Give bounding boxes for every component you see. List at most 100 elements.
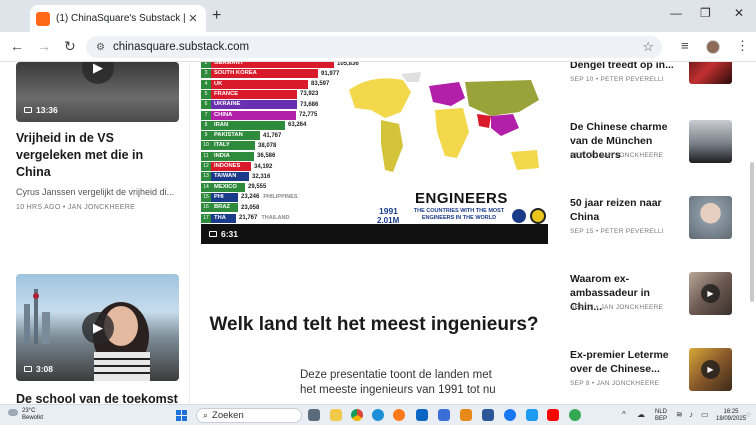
video-thumbnail[interactable]: ▶ 13:36 [16, 62, 179, 122]
chart-country-note: THAILAND [261, 215, 290, 221]
close-tab-icon[interactable]: ✕ [186, 12, 200, 25]
new-tab-icon[interactable]: + [212, 7, 221, 25]
search-placeholder: Zoeken [212, 410, 244, 421]
chart-value-label: 63,264 [288, 122, 307, 129]
post-thumbnail[interactable]: ▶ [689, 272, 732, 315]
featured-headline[interactable]: Welk land telt het meest ingenieurs? [190, 312, 558, 337]
profile-avatar[interactable] [706, 40, 720, 54]
page-content: ▶ 13:36 Vrijheid in de VS vergeleken met… [0, 62, 756, 404]
post-title[interactable]: Ex-premier Leterme over de Chinese... [570, 348, 682, 376]
post-thumbnail[interactable] [689, 62, 732, 84]
camera-icon [24, 366, 32, 372]
forward-arrow-icon[interactable]: → [37, 38, 51, 54]
list-item[interactable]: De Chinese charme van de München autobeu… [570, 120, 750, 170]
linkedin-icon[interactable] [416, 409, 428, 421]
battery-icon[interactable]: ▭ [701, 410, 709, 419]
play-icon[interactable]: ▶ [701, 284, 720, 303]
browser-tab[interactable]: (1) ChinaSquare's Substack | Jan ✕ [30, 5, 206, 32]
volume-icon[interactable]: ♪ [689, 410, 693, 419]
play-icon[interactable]: ▶ [82, 312, 114, 344]
chart-bar-row: 13 TAIWAN 32,316 [201, 172, 271, 182]
notification-icon[interactable]: ◌ [746, 410, 751, 419]
list-item[interactable]: Dengel treedt op in... SEP 10 • PETER PE… [570, 62, 750, 98]
chrome-icon[interactable] [351, 409, 363, 421]
word-icon[interactable] [482, 409, 494, 421]
chart-rank-label: 6 [201, 100, 211, 110]
language-indicator[interactable]: NLD BEP [655, 409, 667, 422]
chart-value-label: 38,078 [258, 142, 277, 149]
chart-bar-row: 3 SOUTH KOREA 91,977 [201, 69, 339, 79]
post-meta: SEP 15 • PETER PEVERELLI [570, 228, 664, 235]
media-controls-icon[interactable]: ≡ [681, 38, 689, 53]
list-item[interactable]: Waarom ex-ambassadeur in Chin... SEP 15 … [570, 272, 750, 322]
camera-icon [24, 107, 32, 113]
post-title[interactable]: Dengel treedt op in... [570, 62, 682, 72]
edge-icon[interactable] [372, 409, 384, 421]
back-arrow-icon[interactable]: ← [10, 38, 24, 54]
address-bar[interactable]: ⚙ chinasquare.substack.com ☆ [86, 36, 662, 58]
right-post-column: Dengel treedt op in... SEP 10 • PETER PE… [558, 62, 756, 404]
facebook-icon[interactable] [504, 409, 516, 421]
menu-kebab-icon[interactable]: ⋮ [736, 38, 749, 54]
onedrive-icon[interactable]: ☁ [637, 410, 645, 419]
chart-value-label: 29,555 [248, 184, 267, 191]
play-icon[interactable]: ▶ [701, 360, 720, 379]
windows-start-icon[interactable] [176, 410, 187, 421]
page-scrollbar[interactable] [750, 162, 754, 302]
task-view-icon[interactable] [308, 409, 320, 421]
list-item[interactable]: 50 jaar reizen naar China SEP 15 • PETER… [570, 196, 750, 246]
browser-toolbar: ← → ↻ ⚙ chinasquare.substack.com ☆ ≡ ⋮ [0, 32, 756, 62]
twitter-icon[interactable] [526, 409, 538, 421]
overlay-title: ENGINEERS [415, 190, 508, 207]
post-thumbnail[interactable] [689, 196, 732, 239]
chart-bar-row: 6 UKRAINE 73,686 [201, 100, 318, 110]
post-thumbnail[interactable] [689, 120, 732, 163]
weather-temp: 23°C [22, 408, 36, 414]
play-icon[interactable]: ▶ [82, 62, 114, 84]
youtube-icon[interactable] [547, 409, 559, 421]
chart-value-label: 105,836 [337, 62, 359, 67]
post-title[interactable]: Vrijheid in de VS vergeleken met die in … [16, 130, 181, 181]
chart-value-label: 32,316 [252, 173, 271, 180]
post-title[interactable]: De school van de toekomst [16, 391, 181, 404]
wifi-icon[interactable]: ≋ [676, 410, 683, 419]
clock[interactable]: 16:25 18/09/2025 [716, 409, 746, 422]
video-duration: 6:31 [209, 229, 238, 239]
chart-rank-label: 8 [201, 120, 211, 130]
chart-bar: FRANCE [211, 89, 297, 99]
featured-description: Deze presentatie toont de landen met het… [300, 369, 496, 396]
weather-widget[interactable]: 23°C Bewolkt [8, 408, 43, 422]
minimize-icon[interactable]: — [670, 6, 682, 20]
list-item[interactable]: Ex-premier Leterme over de Chinese... SE… [570, 348, 750, 398]
left-post-column: ▶ 13:36 Vrijheid in de VS vergeleken met… [0, 62, 190, 404]
chart-rank-label: 14 [201, 182, 211, 192]
post-thumbnail[interactable]: ▶ [689, 348, 732, 391]
chart-bar: GERMANY [211, 62, 334, 68]
featured-post: 2 GERMANY 105,836 3 SOUTH KOREA 91,977 4 UK 83,5… [190, 62, 558, 404]
photos-icon[interactable] [438, 409, 450, 421]
post-subtitle: Cyrus Janssen vergelijkt de vrijheid di.… [16, 187, 175, 197]
cloud-icon [8, 409, 18, 416]
chart-rank-label: 7 [201, 110, 211, 120]
video-thumbnail[interactable]: ▶ 3:08 [16, 274, 179, 381]
reload-icon[interactable]: ↻ [64, 38, 76, 55]
chart-rank-label: 9 [201, 131, 211, 141]
app-icon[interactable] [460, 409, 472, 421]
post-title[interactable]: 50 jaar reizen naar China [570, 196, 682, 224]
featured-video[interactable]: 2 GERMANY 105,836 3 SOUTH KOREA 91,977 4 UK 83,5… [201, 62, 548, 244]
restore-icon[interactable]: ❐ [700, 6, 711, 20]
site-info-icon[interactable]: ⚙ [96, 42, 105, 53]
overlay-subtitle: THE COUNTRIES WITH THE MOST ENGINEERS IN… [413, 208, 505, 221]
chevron-up-icon[interactable]: ^ [622, 410, 626, 419]
chart-bar: UKRAINE [211, 100, 297, 110]
close-window-icon[interactable]: ✕ [734, 6, 744, 20]
firefox-icon[interactable] [393, 409, 405, 421]
camera-icon [209, 231, 217, 237]
chart-value-label: 72,775 [299, 112, 318, 118]
file-explorer-icon[interactable] [330, 409, 342, 421]
chart-bar-row: 16 BRAZ 23,058 [201, 203, 259, 213]
overlay-year: 1991 [379, 206, 398, 216]
bookmark-star-icon[interactable]: ☆ [642, 39, 654, 55]
maps-icon[interactable] [569, 409, 581, 421]
taskbar-search[interactable]: ⌕ Zoeken [196, 408, 302, 423]
